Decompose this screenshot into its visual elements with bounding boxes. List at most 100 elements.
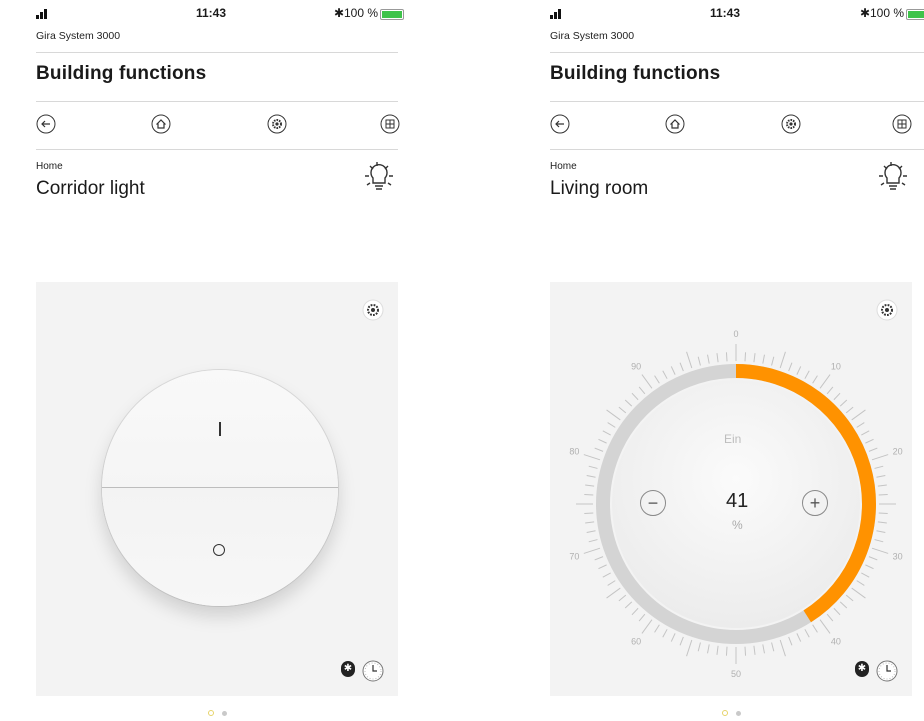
dial-tick <box>788 362 793 372</box>
dial-tick <box>865 564 874 570</box>
dial-tick <box>697 356 701 366</box>
dial-tick <box>871 547 889 554</box>
settings-gear-icon[interactable] <box>781 114 801 134</box>
page-dot[interactable] <box>221 711 227 716</box>
rocker-switch <box>102 370 338 606</box>
dial-tick <box>585 484 595 487</box>
dial-tick <box>788 636 793 646</box>
dial-tick <box>877 521 887 524</box>
room-title: Corridor light <box>36 178 145 199</box>
dial-tick <box>753 645 756 655</box>
status-bar: 11:43 ✱ 100 % <box>24 6 410 22</box>
dial-tick <box>586 530 596 533</box>
back-arrow-icon[interactable] <box>36 114 56 134</box>
page-dot-active[interactable] <box>721 710 728 716</box>
dial-tick <box>878 512 888 515</box>
page-dot-active[interactable] <box>207 710 214 716</box>
battery-percentage: 100 % <box>343 6 378 20</box>
settings-gear-icon[interactable] <box>267 114 287 134</box>
home-icon[interactable] <box>151 114 171 134</box>
breadcrumb[interactable]: Home <box>36 161 63 172</box>
dial-tick <box>598 438 607 444</box>
dial-tick <box>744 646 747 656</box>
dial-tick <box>753 353 756 363</box>
bluetooth-status-icon: ✱ <box>859 6 870 20</box>
dial-tick <box>771 356 775 366</box>
dial-tick <box>631 392 639 401</box>
signal-icon <box>36 9 50 19</box>
status-time: 11:43 <box>710 6 741 20</box>
switch-on-button[interactable] <box>102 370 338 488</box>
status-time: 11:43 <box>196 6 227 20</box>
decrease-button[interactable]: − <box>640 490 666 516</box>
page-indicator[interactable] <box>24 703 410 716</box>
right-phone-screen: 11:43 ✱ 100 % Gira System 3000 Building … <box>538 0 924 717</box>
divider <box>36 101 398 102</box>
divider <box>550 52 924 53</box>
dial-tick <box>624 399 633 407</box>
dial-tick <box>725 352 728 362</box>
room-title: Living room <box>550 178 649 199</box>
dial-scale-label: 10 <box>831 361 841 371</box>
control-panel: ✱ <box>36 282 398 696</box>
dial-tick <box>707 354 710 364</box>
dial-tick <box>607 580 616 586</box>
dial-tick <box>833 392 841 401</box>
section-title: Building functions <box>36 63 207 84</box>
dial-tick <box>594 556 604 561</box>
dial-scale-label: 90 <box>631 361 641 371</box>
system-name: Gira System 3000 <box>36 30 121 42</box>
dial-scale-label: 20 <box>893 446 903 456</box>
control-panel: 0 10 20 30 40 50 60 70 80 90 Ein − 41 % + ✱ <box>550 282 912 696</box>
light-bulb-icon <box>362 158 396 200</box>
battery-icon <box>380 9 404 20</box>
dial-tick <box>796 366 802 375</box>
dial-tick <box>868 447 878 452</box>
clock-icon[interactable] <box>362 660 384 682</box>
clock-icon[interactable] <box>876 660 898 682</box>
dial-tick <box>716 645 719 655</box>
dial-status: Ein <box>724 432 742 446</box>
dial-unit: % <box>732 518 743 532</box>
dial-tick <box>638 386 646 395</box>
grid-icon[interactable] <box>892 114 912 134</box>
dial-tick <box>654 375 660 384</box>
dial-tick <box>861 430 870 436</box>
dial-scale-label: 50 <box>731 669 741 679</box>
dial-tick <box>618 594 627 602</box>
dial-tick <box>697 642 701 652</box>
dial-tick <box>839 399 848 407</box>
dial-tick <box>686 639 693 657</box>
dial-tick <box>878 493 888 496</box>
dial-tick <box>851 587 866 599</box>
increase-button[interactable]: + <box>802 490 828 516</box>
dial-tick <box>670 633 676 642</box>
dial-tick <box>588 465 598 469</box>
breadcrumb[interactable]: Home <box>550 161 577 172</box>
status-bar: 11:43 ✱ 100 % <box>538 6 924 22</box>
back-arrow-icon[interactable] <box>550 114 570 134</box>
grid-icon[interactable] <box>380 114 400 134</box>
dial-tick <box>819 619 831 634</box>
section-title: Building functions <box>550 63 721 84</box>
page-dot[interactable] <box>735 711 741 716</box>
dial-tick <box>812 375 818 384</box>
dial-tick <box>654 624 660 633</box>
dial-tick <box>606 587 621 599</box>
dial-tick <box>606 409 621 421</box>
bluetooth-icon: ✱ <box>341 661 355 677</box>
dimmer-dial[interactable]: 0 10 20 30 40 50 60 70 80 90 <box>550 282 912 696</box>
dial-tick <box>588 539 598 543</box>
dial-tick <box>851 409 866 421</box>
dial-tick <box>631 607 639 616</box>
dial-tick <box>779 639 786 657</box>
gear-icon[interactable] <box>362 299 384 321</box>
battery-icon <box>906 9 924 20</box>
home-icon[interactable] <box>665 114 685 134</box>
divider <box>550 101 924 102</box>
page-indicator[interactable] <box>538 703 924 716</box>
dial-tick <box>826 386 834 395</box>
light-bulb-icon <box>876 158 910 200</box>
switch-off-button[interactable] <box>102 488 338 606</box>
dial-tick <box>771 642 775 652</box>
